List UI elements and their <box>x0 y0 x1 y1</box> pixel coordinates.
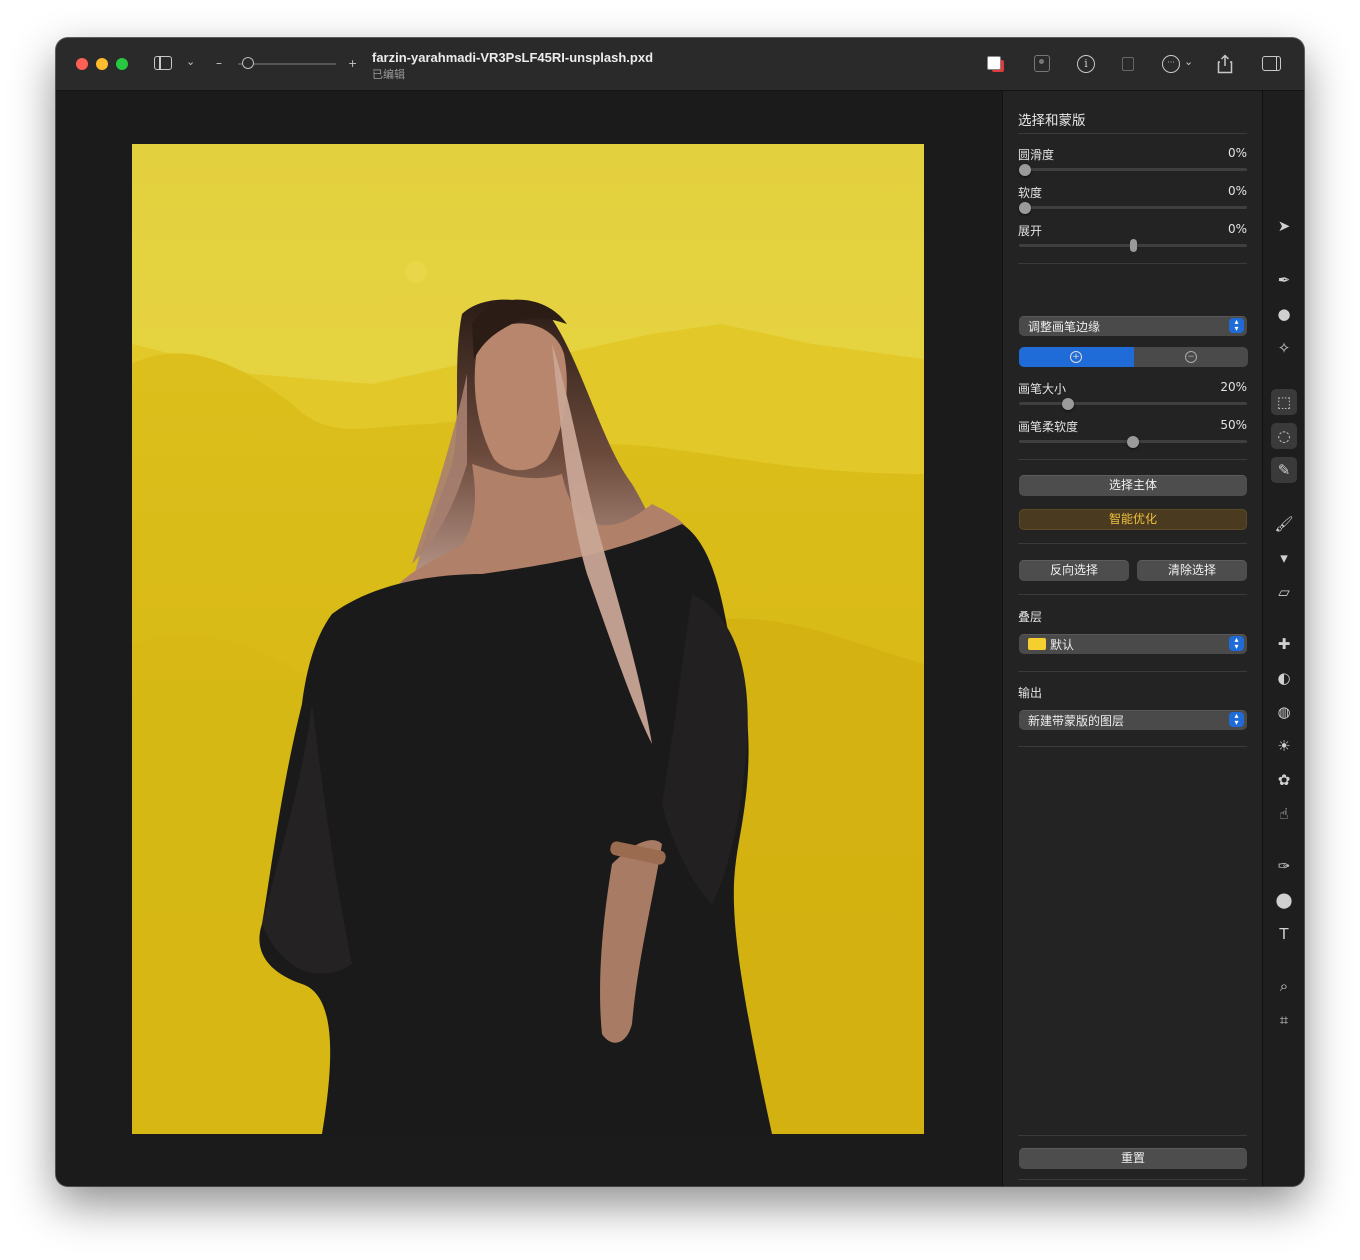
lasso-select-icon[interactable]: ◌ <box>1271 423 1297 449</box>
photo-canvas[interactable] <box>132 144 924 1134</box>
overlay-color-swatch <box>1028 638 1046 650</box>
chevron-down-icon[interactable]: ⌄ <box>186 54 195 70</box>
divider <box>1018 133 1247 134</box>
document-title: farzin-yarahmadi-VR3PsLF45RI-unsplash.px… <box>372 50 654 65</box>
brush-size-slider[interactable] <box>1019 402 1247 405</box>
feather-value: 0% <box>1227 184 1247 198</box>
clear-selection-button[interactable]: 清除选择 <box>1137 560 1247 581</box>
add-selection-icon: + <box>1070 351 1082 363</box>
feather-slider[interactable] <box>1019 206 1247 209</box>
brush-softness-label: 画笔柔软度 <box>1018 420 1079 434</box>
divider <box>1018 594 1247 595</box>
popup-chevron-icon: ▴ ▾ <box>1229 712 1244 727</box>
app-window: ⌄ – + farzin-yarahmadi-VR3PsLF45RI-unspl… <box>56 38 1304 1186</box>
color-swatch-icon[interactable] <box>986 54 1008 74</box>
brush-mode-popup[interactable]: 调整画笔边缘 ▴ ▾ <box>1019 316 1247 336</box>
brush-icon[interactable]: 🖌 <box>1273 513 1295 535</box>
inspector-panel: 选择和蒙版 圆滑度 0% 软度 0% 展开 0% 调整画笔边缘 ▴ ▾ + − 画… <box>1002 91 1263 1186</box>
brush-size-label: 画笔大小 <box>1018 382 1067 396</box>
feather-slider-knob[interactable] <box>1019 202 1031 214</box>
popup-chevron-icon: ▴ ▾ <box>1229 636 1244 651</box>
zoom-out-icon[interactable]: – <box>216 55 222 71</box>
clone-icon[interactable]: ◐ <box>1273 667 1295 689</box>
output-popup[interactable]: 新建带蒙版的图层 ▴ ▾ <box>1019 710 1247 730</box>
more-options-icon[interactable]: ··· <box>1162 55 1180 73</box>
smart-refine-button[interactable]: 智能优化 <box>1019 509 1247 530</box>
rect-select-icon[interactable]: ⬚ <box>1271 389 1297 415</box>
output-label: 输出 <box>1018 686 1043 700</box>
brush-size-slider-knob[interactable] <box>1062 398 1075 410</box>
share-icon[interactable] <box>1217 54 1233 74</box>
close-window-button[interactable] <box>76 58 88 70</box>
tools-sidebar: ➤ ✒ ● ✧ ⬚ ◌ ✎ 🖌 ▾ ▱ ✚ ◐ ◍ ☀ ✿ ☝ ✑ ⬤ T ⌕ … <box>1262 91 1304 1186</box>
zoom-icon[interactable]: ⌕ <box>1273 975 1295 997</box>
brush-size-value: 20% <box>1220 380 1247 394</box>
color-icon[interactable]: ✿ <box>1273 769 1295 791</box>
zoom-slider-knob[interactable] <box>242 57 254 69</box>
brush-softness-slider-knob[interactable] <box>1127 436 1139 448</box>
document-status: 已编辑 <box>372 68 405 81</box>
magic-wand-icon[interactable]: ✧ <box>1273 337 1295 359</box>
brush-mode-value: 调整画笔边缘 <box>1028 320 1101 334</box>
brush-softness-value: 50% <box>1220 418 1247 432</box>
smoothness-slider-knob[interactable] <box>1019 164 1031 176</box>
rotate-icon[interactable] <box>1122 57 1134 71</box>
paint-pen-icon[interactable]: ✒ <box>1273 269 1295 291</box>
inspector-toggle-icon[interactable] <box>1262 56 1281 71</box>
divider <box>1018 671 1247 672</box>
divider <box>1018 746 1247 747</box>
divider <box>1018 1135 1247 1136</box>
sidebar-toggle-icon[interactable] <box>154 56 172 70</box>
masked-photo <box>132 144 924 1134</box>
select-subject-button[interactable]: 选择主体 <box>1019 475 1247 496</box>
invert-selection-button[interactable]: 反向选择 <box>1019 560 1129 581</box>
canvas-area[interactable] <box>56 91 1002 1186</box>
overlay-value: 默认 <box>1050 638 1075 652</box>
divider <box>1018 263 1247 264</box>
toolbar: ⌄ – + farzin-yarahmadi-VR3PsLF45RI-unspl… <box>56 38 1304 91</box>
layer-mask-icon[interactable] <box>1034 55 1050 72</box>
light-icon[interactable]: ☀ <box>1273 735 1295 757</box>
text-icon[interactable]: T <box>1273 923 1295 945</box>
expand-label: 展开 <box>1018 224 1043 238</box>
output-value: 新建带蒙版的图层 <box>1028 714 1125 728</box>
shape-icon[interactable]: ⬤ <box>1273 889 1295 911</box>
color-adjust-icon[interactable]: ● <box>1273 303 1295 325</box>
crop-icon[interactable]: ⌗ <box>1273 1009 1295 1031</box>
divider <box>1018 1179 1247 1180</box>
popup-chevron-icon: ▴ ▾ <box>1229 318 1244 333</box>
quick-select-icon[interactable]: ✎ <box>1271 457 1297 483</box>
reset-button[interactable]: 重置 <box>1019 1148 1247 1169</box>
info-icon[interactable]: i <box>1077 55 1095 73</box>
overlay-popup[interactable]: 默认 ▴ ▾ <box>1019 634 1247 654</box>
overlay-label: 叠层 <box>1018 610 1043 624</box>
chevron-down-icon[interactable]: ⌄ <box>1184 54 1193 70</box>
smoothness-label: 圆滑度 <box>1018 148 1055 162</box>
divider <box>1018 543 1247 544</box>
smoothness-value: 0% <box>1227 146 1247 160</box>
expand-value: 0% <box>1227 222 1247 236</box>
bucket-icon[interactable]: ▾ <box>1273 547 1295 569</box>
smoothness-slider[interactable] <box>1019 168 1247 171</box>
panel-title: 选择和蒙版 <box>1018 113 1086 129</box>
smudge-icon[interactable]: ☝ <box>1273 803 1295 825</box>
minimize-window-button[interactable] <box>96 58 108 70</box>
expand-slider-knob[interactable] <box>1129 239 1137 252</box>
subtract-selection-icon[interactable]: − <box>1185 351 1197 363</box>
zoom-in-icon[interactable]: + <box>348 56 357 72</box>
pen-icon[interactable]: ✑ <box>1273 855 1295 877</box>
bandage-icon[interactable]: ✚ <box>1273 633 1295 655</box>
zoom-window-button[interactable] <box>116 58 128 70</box>
eraser-icon[interactable]: ▱ <box>1273 581 1295 603</box>
brush-add-subtract-control[interactable]: + − <box>1019 347 1248 367</box>
feather-label: 软度 <box>1018 186 1043 200</box>
blur-icon[interactable]: ◍ <box>1273 701 1295 723</box>
divider <box>1018 459 1247 460</box>
arrow-icon[interactable]: ➤ <box>1273 215 1295 237</box>
